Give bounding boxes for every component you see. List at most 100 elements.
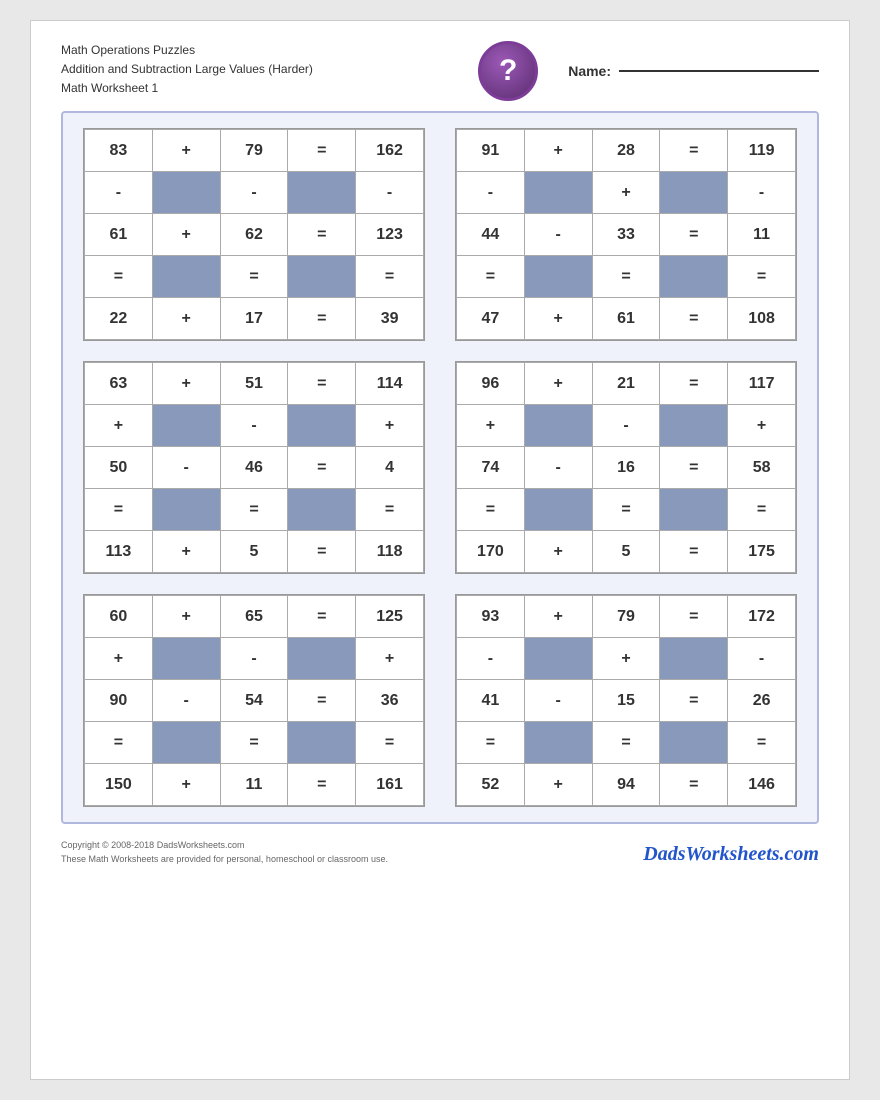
table-row: = = = <box>457 722 796 764</box>
cell: 65 <box>220 596 288 638</box>
cell: + <box>457 405 525 447</box>
cell: 46 <box>220 447 288 489</box>
table-row: 61 + 62 = 123 <box>85 214 424 256</box>
puzzle-3: 63 + 51 = 114 + - + 50 <box>83 361 425 574</box>
cell <box>524 172 592 214</box>
table-row: 22 + 17 = 39 <box>85 298 424 340</box>
puzzle-6-table: 93 + 79 = 172 - + - 41 <box>456 595 796 806</box>
question-mark-icon: ? <box>478 41 538 101</box>
disclaimer: These Math Worksheets are provided for p… <box>61 853 388 867</box>
cell: 47 <box>457 298 525 340</box>
cell: = <box>356 256 424 298</box>
cell: - <box>152 447 220 489</box>
cell: + <box>152 214 220 256</box>
cell: 51 <box>220 363 288 405</box>
header-left: Math Operations Puzzles Addition and Sub… <box>61 41 313 99</box>
cell <box>660 256 728 298</box>
cell: = <box>592 489 660 531</box>
cell: 16 <box>592 447 660 489</box>
puzzle-5: 60 + 65 = 125 + - + 90 <box>83 594 425 807</box>
name-underline[interactable] <box>619 70 819 72</box>
table-row: 50 - 46 = 4 <box>85 447 424 489</box>
cell <box>288 256 356 298</box>
cell: 123 <box>356 214 424 256</box>
cell: = <box>288 596 356 638</box>
cell: 74 <box>457 447 525 489</box>
cell: = <box>288 680 356 722</box>
cell: 79 <box>220 130 288 172</box>
cell: = <box>728 256 796 298</box>
cell: + <box>356 638 424 680</box>
cell <box>660 405 728 447</box>
table-row: = = = <box>457 489 796 531</box>
table-row: = = = <box>85 256 424 298</box>
cell: - <box>457 172 525 214</box>
cell: + <box>152 363 220 405</box>
cell <box>660 722 728 764</box>
table-row: 83 + 79 = 162 <box>85 130 424 172</box>
cell: 26 <box>728 680 796 722</box>
cell: = <box>85 256 153 298</box>
cell <box>524 722 592 764</box>
puzzle-2-table: 91 + 28 = 119 - + - 44 <box>456 129 796 340</box>
cell: 62 <box>220 214 288 256</box>
cell: 170 <box>457 531 525 573</box>
table-row: 52 + 94 = 146 <box>457 764 796 806</box>
cell: + <box>524 764 592 806</box>
cell: 33 <box>592 214 660 256</box>
cell <box>288 172 356 214</box>
cell: = <box>288 447 356 489</box>
cell: 83 <box>85 130 153 172</box>
cell: = <box>288 130 356 172</box>
cell: - <box>457 638 525 680</box>
cell: - <box>592 405 660 447</box>
title3: Math Worksheet 1 <box>61 79 313 98</box>
name-label: Name: <box>568 63 611 79</box>
cell: 79 <box>592 596 660 638</box>
cell: + <box>592 638 660 680</box>
cell <box>288 489 356 531</box>
cell: = <box>592 256 660 298</box>
cell: + <box>152 531 220 573</box>
cell: 108 <box>728 298 796 340</box>
puzzles-grid: 83 + 79 = 162 - - - 61 <box>83 128 797 807</box>
footer: Copyright © 2008-2018 DadsWorksheets.com… <box>61 839 819 866</box>
cell: 161 <box>356 764 424 806</box>
cell: 58 <box>728 447 796 489</box>
cell: = <box>592 722 660 764</box>
cell: 21 <box>592 363 660 405</box>
cell: 60 <box>85 596 153 638</box>
cell: 119 <box>728 130 796 172</box>
cell <box>524 405 592 447</box>
table-row: 47 + 61 = 108 <box>457 298 796 340</box>
puzzle-3-table: 63 + 51 = 114 + - + 50 <box>84 362 424 573</box>
table-row: 170 + 5 = 175 <box>457 531 796 573</box>
cell: 41 <box>457 680 525 722</box>
cell: + <box>524 298 592 340</box>
puzzle-4: 96 + 21 = 117 + - + 74 <box>455 361 797 574</box>
copyright: Copyright © 2008-2018 DadsWorksheets.com <box>61 839 388 853</box>
cell: = <box>660 447 728 489</box>
table-row: = = = <box>457 256 796 298</box>
table-row: 60 + 65 = 125 <box>85 596 424 638</box>
cell: 54 <box>220 680 288 722</box>
cell: = <box>660 130 728 172</box>
cell: + <box>152 596 220 638</box>
cell: 22 <box>85 298 153 340</box>
cell: + <box>152 130 220 172</box>
cell: 113 <box>85 531 153 573</box>
cell: 175 <box>728 531 796 573</box>
cell: + <box>152 764 220 806</box>
cell: - <box>85 172 153 214</box>
cell: - <box>524 447 592 489</box>
cell: 44 <box>457 214 525 256</box>
table-row: 41 - 15 = 26 <box>457 680 796 722</box>
cell: 125 <box>356 596 424 638</box>
cell: - <box>728 638 796 680</box>
table-row: = = = <box>85 489 424 531</box>
cell: = <box>85 489 153 531</box>
table-row: 113 + 5 = 118 <box>85 531 424 573</box>
table-row: = = = <box>85 722 424 764</box>
cell: 11 <box>220 764 288 806</box>
cell: 117 <box>728 363 796 405</box>
